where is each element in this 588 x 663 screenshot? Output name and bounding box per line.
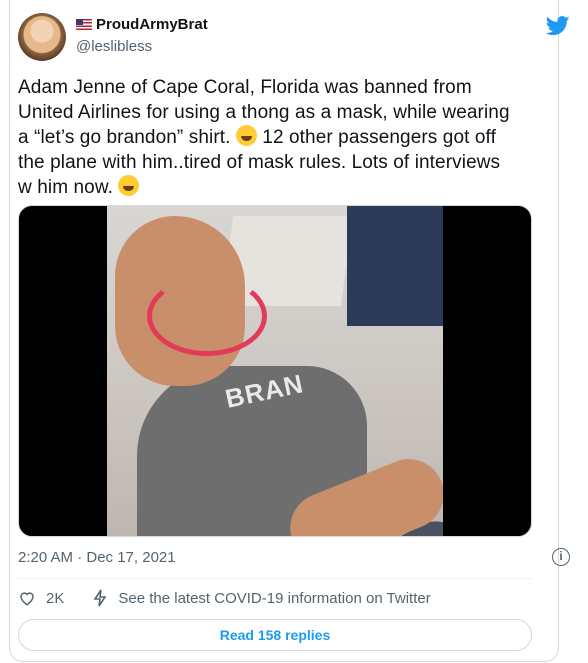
author-handle[interactable]: @leslibless [76, 38, 152, 55]
avatar[interactable] [18, 13, 66, 61]
info-icon[interactable]: i [552, 548, 570, 566]
tweet-text-line: w him now. [18, 177, 119, 198]
grinning-emoji [118, 175, 140, 196]
tweet-text-line: 12 other passengers got off [256, 127, 496, 148]
us-flag-icon [76, 19, 92, 30]
twitter-bird-icon[interactable] [546, 16, 570, 36]
covid-info-link[interactable]: See the latest COVID-19 information on T… [118, 590, 430, 607]
tweet-text: Adam Jenne of Cape Coral, Florida was ba… [18, 75, 533, 200]
video-frame: BRAN [107, 206, 443, 536]
read-replies-button[interactable]: Read 158 replies [18, 619, 532, 651]
tweet-video[interactable]: BRAN [18, 205, 532, 537]
author-display-name[interactable]: ProudArmyBrat [96, 16, 208, 33]
tweet-text-line: United Airlines for using a thong as a m… [18, 102, 510, 123]
heart-icon[interactable] [18, 589, 36, 607]
author-name-row[interactable]: ProudArmyBrat [76, 16, 208, 33]
tweet-actions: 2K See the latest COVID-19 information o… [18, 589, 431, 607]
like-count[interactable]: 2K [46, 590, 64, 607]
laughing-tears-emoji [235, 125, 257, 146]
tweet-text-line: a “let’s go brandon” shirt. [18, 127, 236, 148]
tweet-timestamp[interactable]: 2:20 AM · Dec 17, 2021 [18, 549, 176, 566]
tweet-text-line: Adam Jenne of Cape Coral, Florida was ba… [18, 77, 472, 98]
lightning-icon [93, 589, 107, 607]
divider [18, 578, 532, 579]
tweet-text-line: the plane with him..tired of mask rules.… [18, 152, 501, 173]
